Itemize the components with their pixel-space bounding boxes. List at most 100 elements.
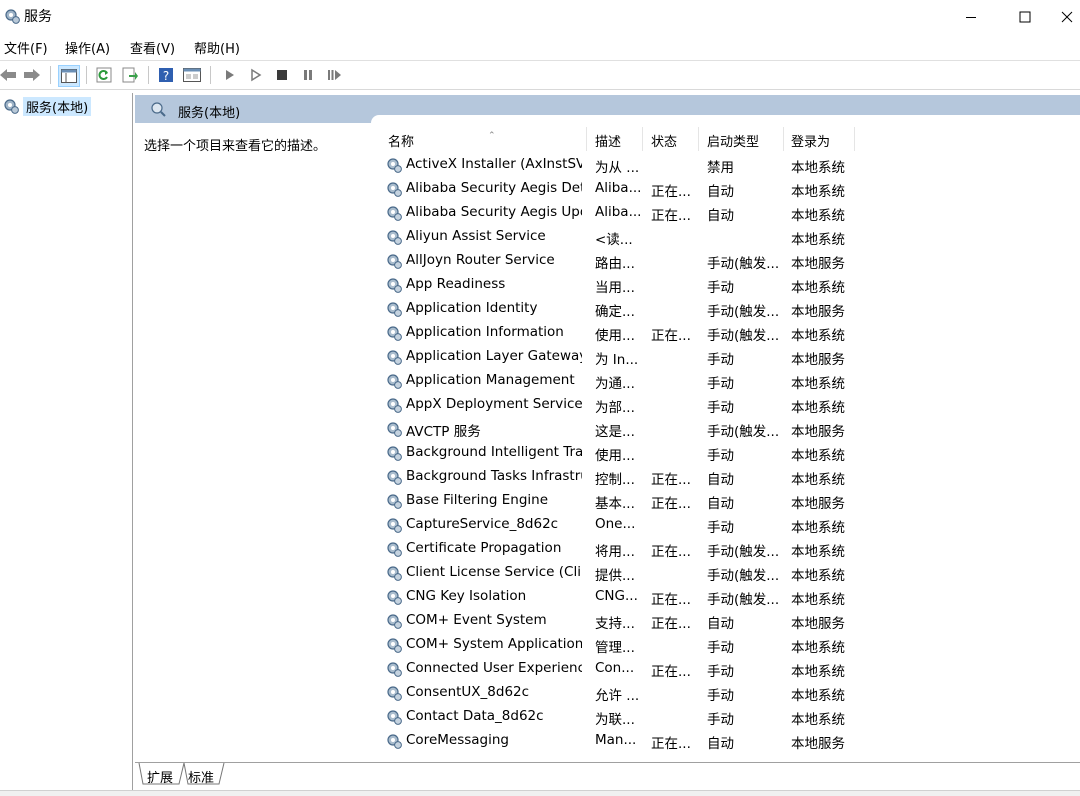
restart-service-button[interactable] — [324, 65, 344, 85]
refresh-button[interactable] — [94, 65, 114, 85]
menu-action[interactable]: 操作(A) — [65, 38, 110, 57]
service-row[interactable]: CaptureService_8d62c One... 手动 本地系统 — [380, 513, 1080, 537]
service-row[interactable]: Application Information 使用... 正在... 手动(触发..… — [380, 321, 1080, 345]
column-header-status[interactable]: 状态 — [651, 131, 677, 150]
service-description: <读... — [595, 232, 633, 248]
service-name: CNG Key Isolation — [406, 588, 527, 604]
service-startup-type: 手动(触发... — [707, 304, 780, 320]
service-startup-type: 自动 — [707, 472, 734, 488]
service-description: Con... — [595, 660, 635, 676]
service-description: 管理... — [595, 640, 635, 656]
service-logon-as: 本地系统 — [791, 712, 845, 728]
service-row[interactable]: Connected User Experienc... Con... 正在... 手动… — [380, 657, 1080, 681]
service-name: ConsentUX_8d62c — [406, 684, 530, 700]
service-startup-type: 自动 — [707, 496, 734, 512]
column-header-startup-type[interactable]: 启动类型 — [707, 131, 759, 150]
service-gear-icon — [385, 492, 403, 510]
menu-file[interactable]: 文件(F) — [4, 38, 48, 57]
service-row[interactable]: Alibaba Security Aegis Upd... Aliba... 正在.… — [380, 201, 1080, 225]
service-logon-as: 本地服务 — [791, 616, 845, 632]
column-divider[interactable] — [642, 127, 643, 151]
maximize-button[interactable] — [1002, 0, 1048, 33]
service-name: AppX Deployment Service ... — [406, 396, 582, 412]
service-startup-type: 手动 — [707, 448, 734, 464]
service-description: 将用... — [595, 544, 635, 560]
service-row[interactable]: Application Layer Gateway ... 为 In... 手动 本地… — [380, 345, 1080, 369]
service-description: 路由... — [595, 256, 635, 272]
service-row[interactable]: Alibaba Security Aegis Det... Aliba... 正在.… — [380, 177, 1080, 201]
service-name: Background Intelligent Tra... — [406, 444, 582, 460]
service-row[interactable]: Background Intelligent Tra... 使用... 手动 本地系统 — [380, 441, 1080, 465]
export-icon — [122, 67, 138, 83]
column-header-logon-as[interactable]: 登录为 — [791, 131, 830, 150]
service-description: 支持... — [595, 616, 635, 632]
panel-title: 服务(本地) — [178, 106, 241, 121]
column-divider[interactable] — [854, 127, 855, 151]
service-row[interactable]: ConsentUX_8d62c 允许 ... 手动 本地系统 — [380, 681, 1080, 705]
service-row[interactable]: CNG Key Isolation CNG... 正在... 手动(触发... 本地系统 — [380, 585, 1080, 609]
service-description: 基本... — [595, 496, 635, 512]
pause-service-button[interactable] — [298, 65, 318, 85]
service-gear-icon — [385, 540, 403, 558]
service-row[interactable]: Base Filtering Engine 基本... 正在... 自动 本地服务 — [380, 489, 1080, 513]
menu-help[interactable]: 帮助(H) — [194, 38, 240, 57]
service-row[interactable]: Background Tasks Infrastru... 控制... 正在... 自… — [380, 465, 1080, 489]
service-gear-icon — [385, 396, 403, 414]
service-description: 控制... — [595, 472, 635, 488]
start-service-alt-button[interactable] — [246, 65, 266, 85]
service-row[interactable]: COM+ Event System 支持... 正在... 自动 本地服务 — [380, 609, 1080, 633]
close-button[interactable] — [1054, 0, 1080, 33]
service-gear-icon — [385, 300, 403, 318]
show-hide-console-tree-button[interactable] — [58, 65, 80, 87]
column-divider[interactable] — [783, 127, 784, 151]
service-status: 正在... — [651, 208, 691, 224]
service-row[interactable]: COM+ System Application 管理... 手动 本地系统 — [380, 633, 1080, 657]
service-name: Certificate Propagation — [406, 540, 562, 556]
service-row[interactable]: Application Management 为通... 手动 本地系统 — [380, 369, 1080, 393]
service-gear-icon — [385, 588, 403, 606]
panel-header: 服务(本地) — [135, 95, 1080, 125]
service-name: Base Filtering Engine — [406, 492, 549, 508]
tree-item-services-local[interactable]: 服务(本地) — [0, 96, 92, 116]
properties-button[interactable] — [182, 65, 202, 85]
service-name: COM+ Event System — [406, 612, 547, 628]
start-service-button[interactable] — [220, 65, 240, 85]
service-row[interactable]: App Readiness 当用... 手动 本地系统 — [380, 273, 1080, 297]
service-status: 正在... — [651, 664, 691, 680]
column-divider[interactable] — [586, 127, 587, 151]
service-row[interactable]: Client License Service (Clip... 提供... 手动(触… — [380, 561, 1080, 585]
help-button[interactable]: ? — [156, 65, 176, 85]
service-row[interactable]: Application Identity 确定... 手动(触发... 本地服务 — [380, 297, 1080, 321]
menu-view[interactable]: 查看(V) — [130, 38, 175, 57]
service-description: Aliba... — [595, 180, 640, 196]
service-gear-icon — [385, 660, 403, 678]
description-text: 选择一个项目来查看它的描述。 — [144, 139, 327, 154]
service-row[interactable]: AVCTP 服务 这是... 手动(触发... 本地服务 — [380, 417, 1080, 441]
service-row[interactable]: AppX Deployment Service ... 为部... 手动 本地系统 — [380, 393, 1080, 417]
back-button[interactable] — [0, 65, 18, 85]
service-row[interactable]: Aliyun Assist Service <读... 本地系统 — [380, 225, 1080, 249]
tab-standard[interactable]: 标准 — [188, 767, 214, 787]
toolbar-separator — [50, 66, 51, 84]
column-divider[interactable] — [698, 127, 699, 151]
minimize-button[interactable] — [948, 0, 994, 33]
export-list-button[interactable] — [120, 65, 140, 85]
service-row[interactable]: ActiveX Installer (AxInstSV) 为从 ... 禁用 本地系统 — [380, 153, 1080, 177]
forward-arrow-icon — [24, 69, 40, 81]
column-header-description[interactable]: 描述 — [595, 131, 621, 150]
stop-service-button[interactable] — [272, 65, 292, 85]
service-row[interactable]: CoreMessaging Man... 正在... 自动 本地服务 — [380, 729, 1080, 753]
services-pane: 服务(本地) 选择一个项目来查看它的描述。 名称 ⌃ 描述 状态 启动类型 登录为… — [135, 95, 1080, 790]
service-status: 正在... — [651, 544, 691, 560]
service-row[interactable]: AllJoyn Router Service 路由... 手动(触发... 本地服务 — [380, 249, 1080, 273]
service-status: 正在... — [651, 328, 691, 344]
service-row[interactable]: Certificate Propagation 将用... 正在... 手动(触发..… — [380, 537, 1080, 561]
title-bar: 服务 — [0, 0, 1080, 33]
column-header-name[interactable]: 名称 ⌃ — [388, 131, 496, 150]
maximize-icon — [1019, 11, 1031, 22]
forward-button[interactable] — [22, 65, 42, 85]
service-row[interactable]: Contact Data_8d62c 为联... 手动 本地系统 — [380, 705, 1080, 729]
tab-extended[interactable]: 扩展 — [147, 767, 173, 787]
service-gear-icon — [385, 468, 403, 486]
menu-bar: 文件(F) 操作(A) 查看(V) 帮助(H) — [0, 35, 1080, 59]
